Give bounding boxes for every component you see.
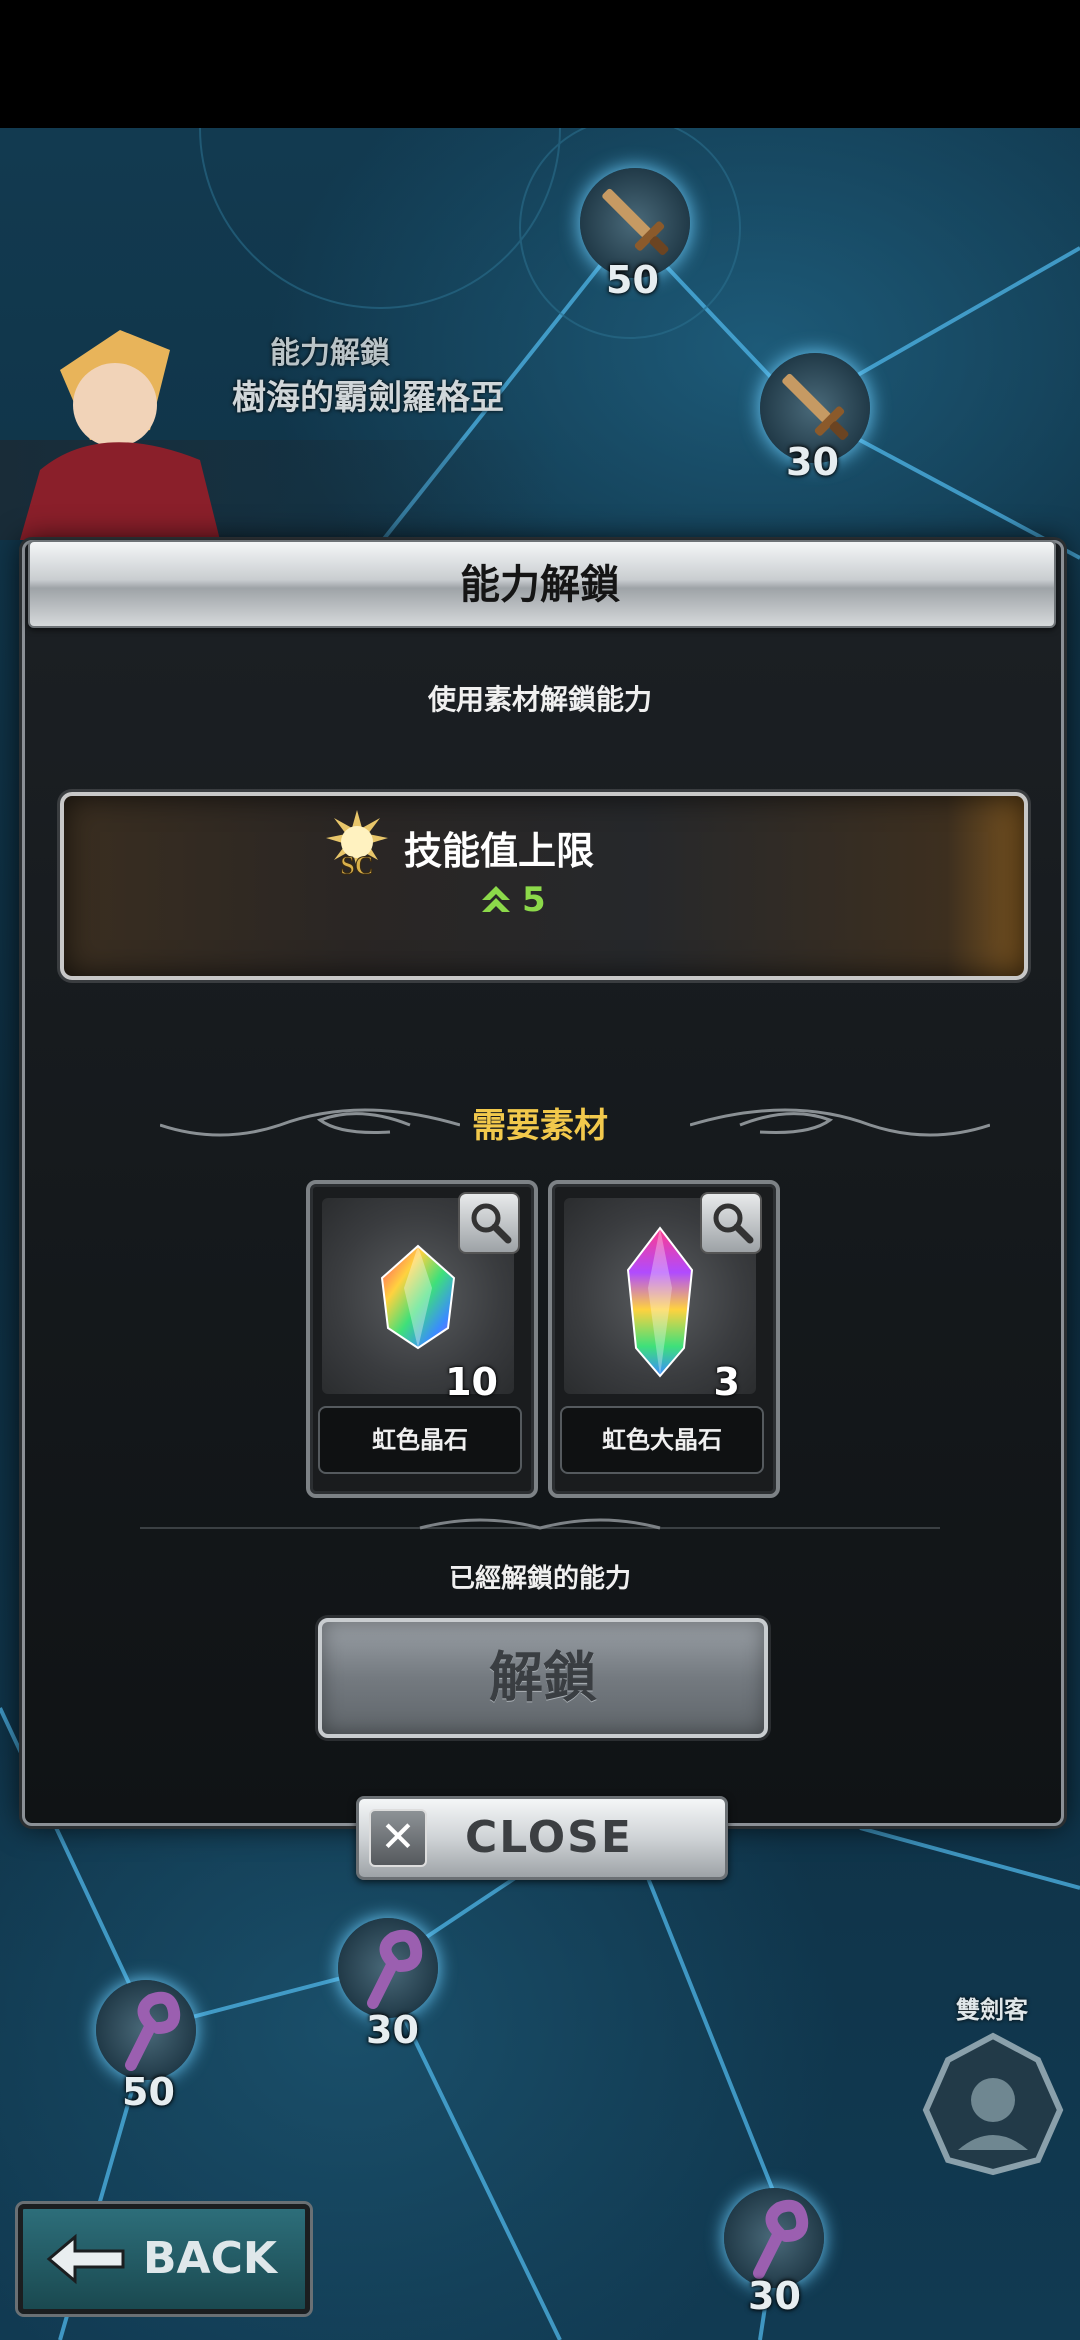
skill-value: 5 [522,880,546,920]
material-image: 10 [322,1192,520,1404]
unlock-button-label: 解鎖 [489,1646,597,1709]
map-node-staff[interactable] [338,1918,438,2018]
back-button[interactable]: BACK [18,2204,310,2314]
back-button-label: BACK [143,2233,277,2284]
divider-ornament [140,1518,940,1530]
close-button-label: CLOSE [465,1812,633,1863]
material-name: 虹色晶石 [318,1406,522,1474]
svg-text:SC: SC [340,851,373,880]
magnifier-icon[interactable] [700,1192,762,1254]
dialog-title: 能力解鎖 [460,562,620,608]
close-icon: ✕ [369,1809,427,1867]
increase-arrow-icon [482,886,510,912]
material-count: 10 [445,1360,498,1404]
character-name: 樹海的霸劍羅格亞 [232,378,504,418]
map-node-staff[interactable] [96,1980,196,2080]
staff-icon [125,1991,181,2071]
map-node-label: 30 [786,440,839,484]
class-label: 雙劍客 [956,1996,1028,2024]
map-node-label: 50 [122,2070,175,2114]
close-button[interactable]: ✕ CLOSE [356,1796,728,1880]
map-node-label: 50 [606,258,659,302]
material-card[interactable]: 3 虹色大晶石 [548,1180,780,1498]
map-node-label: 30 [366,2008,419,2052]
magnifier-icon[interactable] [458,1192,520,1254]
required-materials-title: 需要素材 [472,1106,608,1146]
material-card[interactable]: 10 虹色晶石 [306,1180,538,1498]
dual-sword-class-icon[interactable] [918,2030,1068,2178]
unlock-button[interactable]: 解鎖 [318,1618,768,1738]
back-arrow-icon [46,2233,125,2285]
dialog-subtitle: 使用素材解鎖能力 [427,683,652,716]
staff-icon [367,1929,423,2009]
unlocked-abilities-text: 已經解鎖的能力 [448,1564,631,1594]
material-count: 3 [713,1360,740,1404]
map-node-label: 30 [748,2274,801,2318]
staff-icon [753,2199,809,2279]
character-subtitle: 能力解鎖 [270,336,390,371]
status-bar [0,0,1080,128]
map-node-staff[interactable] [724,2188,824,2288]
material-image: 3 [564,1192,762,1404]
skill-name: 技能值上限 [404,829,595,873]
skill-point-icon: SC [326,810,388,880]
material-name: 虹色大晶石 [560,1406,764,1474]
